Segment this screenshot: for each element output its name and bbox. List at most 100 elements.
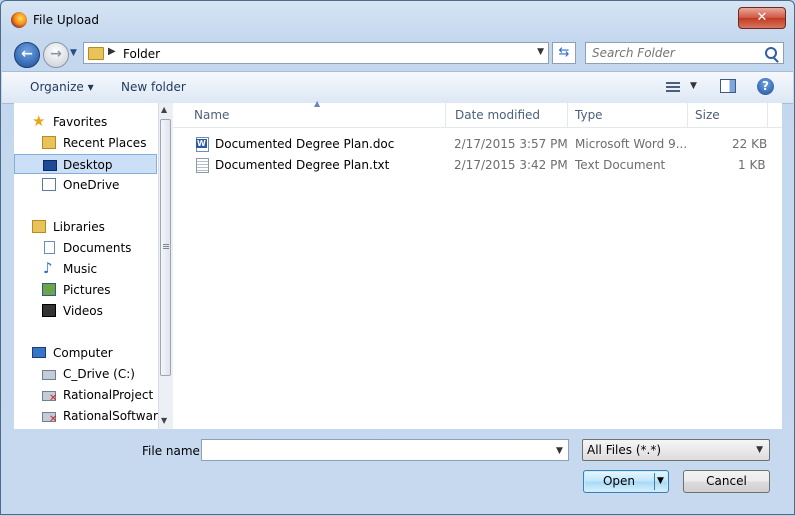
music-icon: ♪ bbox=[43, 259, 53, 277]
column-header-row: ▲ Name Date modified Type Size bbox=[173, 99, 782, 128]
desktop-icon bbox=[43, 160, 57, 171]
column-divider[interactable] bbox=[567, 103, 568, 127]
sort-ascending-icon: ▲ bbox=[314, 99, 321, 108]
star-icon: ★ bbox=[32, 112, 46, 130]
libraries-icon bbox=[32, 220, 46, 233]
nav-item-music[interactable]: ♪ Music bbox=[14, 259, 157, 279]
file-list: ▲ Name Date modified Type Size Documente… bbox=[173, 99, 782, 429]
forward-button[interactable]: → bbox=[43, 42, 69, 68]
file-date: 2/17/2015 3:42 PM bbox=[454, 158, 568, 172]
column-type[interactable]: Type bbox=[575, 103, 603, 127]
cancel-button[interactable]: Cancel bbox=[683, 470, 770, 493]
onedrive-icon bbox=[42, 178, 56, 191]
nav-label: RationalProject (\\ bbox=[63, 388, 170, 402]
navigation-bar: ← → ▼ ▶ Folder ▼ ⇆ bbox=[1, 39, 794, 68]
navigation-scrollbar[interactable]: ▲ ▼ bbox=[158, 103, 173, 429]
address-path[interactable]: Folder bbox=[123, 47, 160, 61]
file-type: Microsoft Word 9... bbox=[575, 137, 688, 151]
nav-item-rational-project[interactable]: RationalProject (\\ bbox=[14, 385, 170, 405]
nav-item-c-drive[interactable]: C_Drive (C:) bbox=[14, 364, 157, 384]
address-bar[interactable]: ▶ Folder ▼ bbox=[83, 42, 549, 64]
computer-icon bbox=[32, 347, 46, 358]
scroll-down-icon[interactable]: ▼ bbox=[161, 416, 167, 425]
disconnected-network-drive-icon bbox=[42, 412, 57, 425]
close-button[interactable]: ✕ bbox=[738, 7, 786, 29]
open-label: Open bbox=[602, 474, 636, 488]
nav-label: Libraries bbox=[53, 220, 105, 234]
view-dropdown-icon[interactable]: ▼ bbox=[690, 81, 697, 91]
disconnected-network-drive-icon bbox=[42, 391, 57, 404]
word-doc-icon bbox=[196, 137, 209, 152]
file-date: 2/17/2015 3:57 PM bbox=[454, 137, 568, 151]
text-doc-icon bbox=[196, 158, 209, 173]
search-box[interactable] bbox=[585, 42, 784, 64]
file-name: Documented Degree Plan.doc bbox=[215, 137, 395, 151]
column-date-modified[interactable]: Date modified bbox=[455, 103, 540, 127]
search-icon[interactable] bbox=[765, 47, 777, 59]
nav-label: OneDrive bbox=[63, 178, 120, 192]
pictures-icon bbox=[42, 283, 56, 296]
grip-icon bbox=[163, 244, 169, 250]
history-dropdown-icon[interactable]: ▼ bbox=[70, 48, 80, 58]
nav-label: Desktop bbox=[63, 158, 113, 172]
column-divider[interactable] bbox=[767, 103, 768, 127]
column-divider[interactable] bbox=[687, 103, 688, 127]
file-name-input[interactable] bbox=[201, 439, 569, 461]
breadcrumb-arrow-icon[interactable]: ▶ bbox=[108, 46, 116, 57]
scroll-up-icon[interactable]: ▲ bbox=[161, 105, 167, 114]
window-title: File Upload bbox=[33, 13, 99, 27]
column-size[interactable]: Size bbox=[695, 103, 720, 127]
nav-item-videos[interactable]: Videos bbox=[14, 301, 157, 321]
change-view-icon[interactable] bbox=[666, 82, 680, 92]
recent-places-icon bbox=[42, 136, 56, 149]
nav-label: C_Drive (C:) bbox=[63, 367, 135, 381]
file-name-label: File name: bbox=[142, 444, 204, 458]
nav-label: RationalSoftware_ bbox=[63, 409, 171, 423]
command-bar: Organize ▾ New folder ▼ ? bbox=[2, 71, 793, 104]
file-row[interactable]: Documented Degree Plan.txt 2/17/2015 3:4… bbox=[173, 155, 773, 176]
address-dropdown-icon[interactable]: ▼ bbox=[537, 47, 544, 57]
file-size: 1 KB bbox=[738, 158, 766, 172]
nav-label: Videos bbox=[63, 304, 103, 318]
nav-label: Favorites bbox=[53, 115, 108, 129]
organize-button[interactable]: Organize ▾ bbox=[30, 80, 94, 94]
back-button[interactable]: ← bbox=[14, 42, 40, 68]
nav-label: Documents bbox=[63, 241, 132, 255]
open-button[interactable]: Open ▼ bbox=[583, 470, 669, 493]
chevron-down-icon: ▼ bbox=[756, 445, 763, 455]
preview-pane-icon[interactable] bbox=[720, 79, 736, 93]
split-divider bbox=[654, 473, 655, 490]
file-size: 22 KB bbox=[732, 137, 768, 151]
column-name[interactable]: Name bbox=[194, 103, 229, 127]
documents-icon bbox=[44, 241, 55, 254]
nav-libraries[interactable]: Libraries bbox=[14, 217, 157, 237]
folder-icon bbox=[88, 47, 104, 60]
nav-item-onedrive[interactable]: OneDrive bbox=[14, 175, 157, 195]
file-name-dropdown-icon[interactable]: ▼ bbox=[556, 446, 563, 456]
nav-item-desktop[interactable]: Desktop bbox=[14, 154, 157, 174]
file-type-value: All Files (*.*) bbox=[587, 443, 662, 457]
refresh-button[interactable]: ⇆ bbox=[552, 42, 576, 64]
nav-item-rational-software[interactable]: RationalSoftware_ bbox=[14, 406, 171, 426]
navigation-pane: ★ Favorites Recent Places Desktop OneDri… bbox=[14, 103, 172, 429]
nav-item-recent-places[interactable]: Recent Places bbox=[14, 133, 157, 153]
search-input[interactable] bbox=[592, 46, 760, 60]
nav-item-pictures[interactable]: Pictures bbox=[14, 280, 157, 300]
scrollbar-thumb[interactable] bbox=[160, 119, 171, 376]
file-upload-dialog: File Upload ✕ ← → ▼ ▶ Folder ▼ ⇆ Organiz… bbox=[0, 0, 795, 515]
open-dropdown-icon[interactable]: ▼ bbox=[657, 471, 664, 492]
nav-computer[interactable]: Computer bbox=[14, 343, 157, 363]
dialog-footer: File name: ▼ All Files (*.*) ▼ Open ▼ Ca… bbox=[1, 430, 794, 516]
new-folder-button[interactable]: New folder bbox=[121, 80, 186, 94]
file-type-select[interactable]: All Files (*.*) ▼ bbox=[582, 439, 770, 461]
column-divider[interactable] bbox=[445, 103, 446, 127]
nav-favorites[interactable]: ★ Favorites bbox=[14, 112, 157, 132]
file-row[interactable]: Documented Degree Plan.doc 2/17/2015 3:5… bbox=[173, 134, 773, 155]
firefox-icon bbox=[11, 12, 27, 28]
help-icon[interactable]: ? bbox=[757, 78, 774, 95]
nav-label: Pictures bbox=[63, 283, 111, 297]
drive-icon bbox=[42, 370, 56, 380]
nav-item-documents[interactable]: Documents bbox=[14, 238, 157, 258]
nav-label: Computer bbox=[53, 346, 113, 360]
file-type: Text Document bbox=[575, 158, 666, 172]
